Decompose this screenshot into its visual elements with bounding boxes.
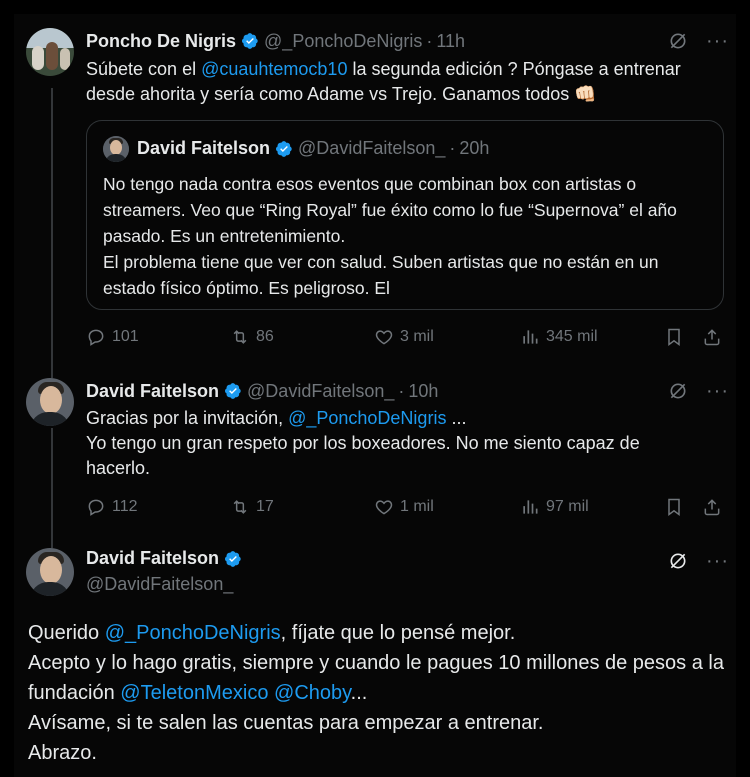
share-button[interactable]	[702, 327, 722, 347]
tweet-actions: 101 86 3 mil 345 mil	[86, 327, 726, 351]
text-segment: ...	[446, 408, 467, 428]
share-button[interactable]	[702, 497, 722, 517]
text-segment: Súbete con el	[86, 59, 202, 79]
share-icon	[702, 497, 722, 517]
text-segment: , fíjate que lo pensé mejor.	[280, 622, 516, 644]
tweet-text: Querido @_PonchoDeNigris, fíjate que lo …	[28, 618, 728, 768]
grok-icon[interactable]	[668, 551, 688, 571]
tweet-top-actions: ···	[668, 381, 729, 401]
quote-author-name: David Faitelson	[137, 138, 271, 158]
reply-icon	[86, 327, 106, 347]
separator-dot: ·	[398, 380, 405, 401]
timeline-panel: Poncho De Nigris @_PonchoDeNigris · 11h …	[14, 14, 736, 777]
mention-link[interactable]: @_PonchoDeNigris	[105, 622, 281, 644]
views-icon	[520, 327, 540, 347]
avatar[interactable]	[26, 548, 74, 596]
views-count: 97 mil	[546, 498, 589, 515]
mention-link[interactable]: @_PonchoDeNigris	[288, 408, 446, 428]
thread-line	[51, 88, 53, 378]
quote-timestamp: 20h	[459, 138, 490, 158]
text-line: Avísame, si te salen las cuentas para em…	[28, 712, 544, 734]
author-name[interactable]: David Faitelson	[86, 381, 219, 402]
quote-header: David Faitelson @DavidFaitelson_ · 20h	[137, 138, 489, 159]
text-line: Yo tengo un gran respeto por los boxeado…	[86, 433, 640, 478]
views-button[interactable]: 97 mil	[520, 497, 589, 517]
mention-link[interactable]: @cuauhtemocb10	[201, 59, 347, 79]
reply-button[interactable]: 101	[86, 327, 139, 347]
views-icon	[520, 497, 540, 517]
tweet-text: Súbete con el @cuauhtemocb10 la segunda …	[86, 57, 726, 107]
avatar[interactable]	[26, 28, 74, 76]
bookmark-icon	[664, 497, 684, 517]
tweet-header: David Faitelson @DavidFaitelson_ · 10h	[86, 380, 438, 402]
thread-line	[51, 428, 53, 548]
tweet-text: Gracias por la invitación, @_PonchoDeNig…	[86, 406, 696, 481]
tweet-header: David Faitelson	[86, 548, 242, 569]
repost-icon	[230, 327, 250, 347]
quote-text-line: No tengo nada contra esos eventos que co…	[103, 174, 677, 246]
text-line: Abrazo.	[28, 742, 97, 764]
like-icon	[374, 327, 394, 347]
author-name[interactable]: Poncho De Nigris	[86, 31, 236, 52]
grok-icon[interactable]	[668, 31, 688, 51]
verified-badge-icon	[241, 32, 259, 50]
separator-dot: ·	[426, 30, 433, 51]
grok-icon[interactable]	[668, 381, 688, 401]
author-handle[interactable]: @_PonchoDeNigris	[264, 31, 422, 52]
like-button[interactable]: 1 mil	[374, 497, 434, 517]
more-icon[interactable]: ···	[706, 31, 729, 51]
repost-button[interactable]: 86	[230, 327, 274, 347]
text-segment: Gracias por la invitación,	[86, 408, 289, 428]
like-count: 1 mil	[400, 498, 434, 515]
repost-count: 86	[256, 328, 274, 345]
timestamp[interactable]: 11h	[436, 31, 465, 52]
reply-icon	[86, 497, 106, 517]
text-segment: ...	[350, 682, 368, 704]
more-icon[interactable]: ···	[706, 381, 729, 401]
bookmark-button[interactable]	[664, 497, 684, 517]
bookmark-button[interactable]	[664, 327, 684, 347]
views-count: 345 mil	[546, 328, 598, 345]
tweet-actions: 112 17 1 mil 97 mil	[86, 497, 726, 521]
tweet-top-actions: ···	[668, 31, 729, 51]
quote-avatar	[103, 136, 129, 162]
reply-count: 112	[112, 498, 138, 515]
reply-button[interactable]: 112	[86, 497, 138, 517]
quote-text-line: El problema tiene que ver con salud. Sub…	[103, 252, 659, 298]
timestamp[interactable]: 10h	[408, 381, 438, 402]
separator-dot: ·	[449, 138, 456, 158]
tweet-header: Poncho De Nigris @_PonchoDeNigris · 11h	[86, 30, 465, 52]
avatar[interactable]	[26, 378, 74, 426]
views-button[interactable]: 345 mil	[520, 327, 598, 347]
verified-badge-icon	[275, 140, 293, 158]
mention-link[interactable]: @TeletonMexico	[120, 682, 268, 704]
repost-count: 17	[256, 498, 274, 515]
repost-icon	[230, 497, 250, 517]
bookmark-icon	[664, 327, 684, 347]
verified-badge-icon	[224, 550, 242, 568]
quote-author-handle: @DavidFaitelson_	[298, 138, 446, 158]
more-icon[interactable]: ···	[706, 551, 729, 571]
quote-text: No tengo nada contra esos eventos que co…	[103, 171, 713, 301]
author-handle[interactable]: @DavidFaitelson_	[86, 574, 233, 595]
tweet-top-actions: ···	[668, 551, 729, 571]
author-handle[interactable]: @DavidFaitelson_	[247, 381, 394, 402]
text-segment: Querido	[28, 622, 105, 644]
author-name[interactable]: David Faitelson	[86, 548, 219, 569]
like-button[interactable]: 3 mil	[374, 327, 434, 347]
like-icon	[374, 497, 394, 517]
share-icon	[702, 327, 722, 347]
reply-count: 101	[112, 328, 139, 345]
repost-button[interactable]: 17	[230, 497, 274, 517]
verified-badge-icon	[224, 382, 242, 400]
like-count: 3 mil	[400, 328, 434, 345]
quoted-tweet[interactable]: David Faitelson @DavidFaitelson_ · 20h N…	[86, 120, 724, 310]
mention-link[interactable]: @Choby	[274, 682, 351, 704]
